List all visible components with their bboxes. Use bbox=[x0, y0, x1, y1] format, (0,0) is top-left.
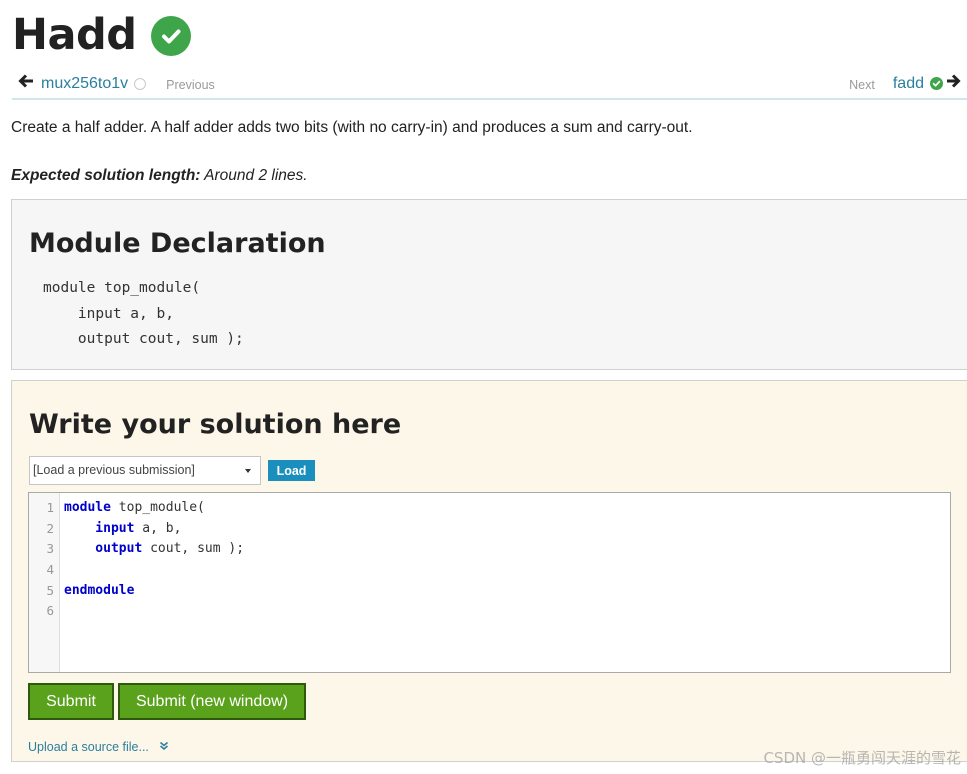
line-number-gutter: 1 2 3 4 5 6 bbox=[29, 493, 60, 672]
double-chevron-down-icon[interactable] bbox=[159, 738, 169, 756]
expected-length-value: Around 2 lines. bbox=[200, 167, 308, 184]
next-problem-link[interactable]: fadd bbox=[893, 75, 924, 93]
submit-new-window-button[interactable]: Submit (new window) bbox=[118, 683, 306, 720]
nav-previous: mux256to1v Previous bbox=[18, 74, 215, 93]
submit-button[interactable]: Submit bbox=[28, 683, 114, 720]
line-number: 4 bbox=[46, 562, 54, 578]
line-number: 6 bbox=[46, 603, 54, 619]
code-text: a, b, bbox=[134, 520, 182, 536]
caret-down-icon bbox=[245, 469, 251, 473]
load-submission-select[interactable]: [Load a previous submission] bbox=[29, 456, 261, 485]
line-number: 3 bbox=[46, 541, 54, 557]
prev-label[interactable]: Previous bbox=[166, 78, 215, 92]
check-circle-icon bbox=[150, 15, 191, 56]
check-circle-icon bbox=[930, 77, 943, 90]
code-text: top_module( bbox=[110, 500, 205, 515]
code-text: cout, sum ); bbox=[142, 541, 245, 557]
problem-nav-bar: mux256to1v Previous Next fadd bbox=[12, 70, 967, 100]
nav-next: Next fadd bbox=[849, 74, 961, 93]
line-number: 5 bbox=[46, 582, 54, 598]
load-select-value: [Load a previous submission] bbox=[33, 463, 195, 477]
code-keyword: input bbox=[64, 520, 135, 536]
problem-description: Create a half adder. A half adder adds t… bbox=[11, 119, 693, 136]
module-declaration-code: module top_module( input a, b, output co… bbox=[43, 280, 244, 347]
code-keyword: endmodule bbox=[64, 582, 135, 598]
watermark: CSDN @一瓶勇闯天涯的雪花 bbox=[763, 749, 961, 767]
line-number: 2 bbox=[46, 520, 54, 536]
code-line: endmodule bbox=[64, 581, 244, 602]
module-declaration-heading: Module Declaration bbox=[29, 228, 326, 259]
module-declaration-panel: Module Declaration module top_module( in… bbox=[11, 199, 967, 370]
solution-heading: Write your solution here bbox=[29, 409, 402, 440]
upload-row: Upload a source file... bbox=[28, 738, 169, 756]
arrow-right-icon[interactable] bbox=[946, 74, 961, 93]
code-keyword: module bbox=[64, 500, 111, 515]
code-editor[interactable]: 1 2 3 4 5 6 module top_module( input a, b, ou… bbox=[28, 492, 951, 673]
code-keyword: output bbox=[64, 541, 143, 557]
upload-source-link[interactable]: Upload a source file... bbox=[28, 740, 149, 754]
title-row: Hadd bbox=[12, 14, 191, 57]
next-label[interactable]: Next bbox=[849, 78, 875, 92]
code-text-area[interactable]: module top_module( input a, b, output co… bbox=[60, 493, 244, 672]
prev-problem-link[interactable]: mux256to1v bbox=[41, 75, 128, 93]
arrow-left-icon[interactable] bbox=[18, 74, 34, 93]
solution-panel: Write your solution here [Load a previou… bbox=[11, 380, 967, 762]
line-number: 1 bbox=[46, 500, 54, 515]
code-line: output cout, sum ); bbox=[64, 539, 244, 560]
expected-solution-length: Expected solution length: Around 2 lines… bbox=[11, 167, 308, 185]
empty-circle-icon bbox=[134, 77, 147, 90]
load-button[interactable]: Load bbox=[268, 460, 315, 481]
code-line: module top_module( bbox=[64, 498, 244, 519]
code-line: input a, b, bbox=[64, 519, 244, 540]
expected-length-label: Expected solution length: bbox=[11, 167, 201, 184]
page-title: Hadd bbox=[12, 10, 137, 60]
